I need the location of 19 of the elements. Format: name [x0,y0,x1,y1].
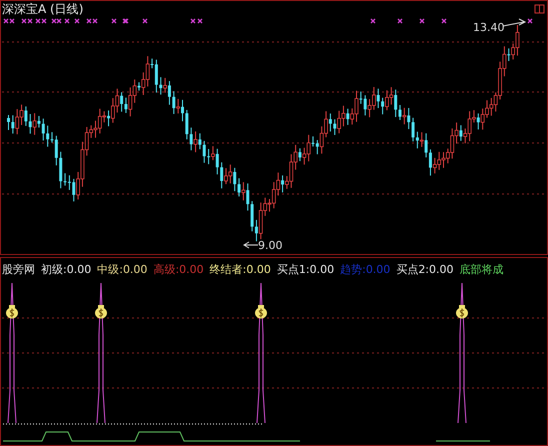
legend-item: 初级:0.00 [41,262,92,277]
legend-item: 高级:0.00 [153,262,204,277]
legend-item: 趋势:0.00 [340,262,390,277]
legend-item: 买点2:0.00 [396,262,454,277]
money-bag-icon [95,305,107,318]
legend-item: 终结者:0.00 [210,262,271,277]
legend-item: 底部将成 [460,262,504,277]
high-price-arrow [502,18,526,26]
low-price-arrow [243,242,258,248]
low-price-label: 9.00 [258,239,282,252]
money-bag-icon [6,305,18,318]
indicator-name: 股旁网 [2,262,35,277]
maximize-icon[interactable] [534,4,544,14]
high-price-label: 13.40 [473,21,504,34]
chart-title: 深深宝A (日线) [2,1,84,18]
money-bag-icon [456,305,468,318]
money-bag-icon [255,305,267,318]
legend-item: 中级:0.00 [97,262,148,277]
legend-item: 买点1:0.00 [276,262,334,277]
